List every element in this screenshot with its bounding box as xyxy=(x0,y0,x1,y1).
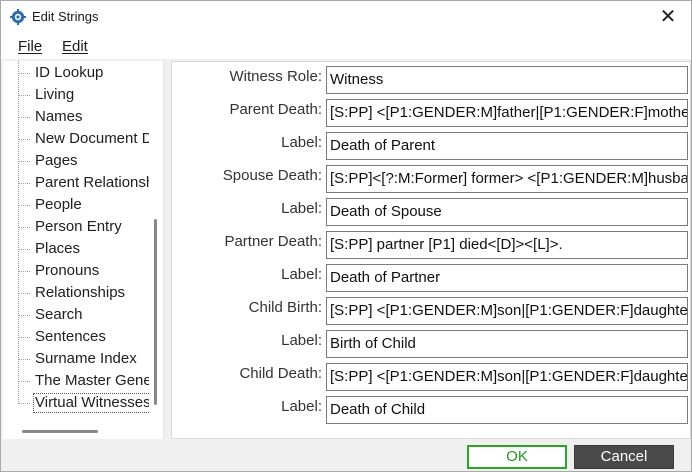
strings-form: Witness Role: Witness Parent Death: [S:P… xyxy=(171,61,691,439)
tree-item-label: New Document D xyxy=(35,130,149,147)
child-death-label-caption: Label: xyxy=(281,398,322,415)
spouse-death-label-field[interactable]: Death of Spouse xyxy=(326,198,688,226)
tree-item-label: Search xyxy=(35,306,83,323)
tree-item-label: Relationships xyxy=(35,284,126,301)
tree-item-pronouns[interactable]: Pronouns xyxy=(18,260,149,282)
spouse-death-label-caption: Label: xyxy=(281,200,322,217)
witness-role-label: Witness Role: xyxy=(229,68,322,85)
tree-item-label: Pages xyxy=(35,152,78,169)
child-birth-field[interactable]: [S:PP] <[P1:GENDER:M]son|[P1:GENDER:F]da… xyxy=(326,297,688,325)
tree-item-new-document[interactable]: New Document D xyxy=(18,128,149,150)
tree-item-virtual-witnesses[interactable]: Virtual Witnesses xyxy=(18,392,149,414)
tree-item-label: Pronouns xyxy=(35,262,100,279)
parent-death-label-caption: Label: xyxy=(281,134,322,151)
spouse-death-field[interactable]: [S:PP]<[?:M:Former] former> <[P1:GENDER:… xyxy=(326,165,688,193)
partner-death-label: Partner Death: xyxy=(224,233,322,250)
witness-role-field[interactable]: Witness xyxy=(326,66,688,94)
cancel-button[interactable]: Cancel xyxy=(574,445,674,469)
tree-item-label: Living xyxy=(35,86,75,103)
tree-item-label: Surname Index xyxy=(35,350,137,367)
window-title: Edit Strings xyxy=(32,9,99,24)
tree-item-label: Virtual Witnesses xyxy=(33,393,149,413)
child-death-field[interactable]: [S:PP] <[P1:GENDER:M]son|[P1:GENDER:F]da… xyxy=(326,363,688,391)
child-death-label: Child Death: xyxy=(239,365,322,382)
tree-item-id-lookup[interactable]: ID Lookup xyxy=(18,62,149,84)
spouse-death-label: Spouse Death: xyxy=(222,167,322,184)
tree-item-label: Names xyxy=(35,108,83,125)
tree-item-label: People xyxy=(35,196,82,213)
tree-item-pages[interactable]: Pages xyxy=(18,150,149,172)
child-birth-label-caption: Label: xyxy=(281,332,322,349)
child-death-label-field[interactable]: Death of Child xyxy=(326,396,688,424)
parent-death-label: Parent Death: xyxy=(229,101,322,118)
tree-item-label: Parent Relationsh xyxy=(35,174,149,191)
tree-item-living[interactable]: Living xyxy=(18,84,149,106)
title-bar: Edit Strings ✕ xyxy=(1,1,691,33)
partner-death-label-caption: Label: xyxy=(281,266,322,283)
tree-item-names[interactable]: Names xyxy=(18,106,149,128)
close-button[interactable]: ✕ xyxy=(645,1,691,33)
ok-button[interactable]: OK xyxy=(467,445,567,469)
tree-item-label: Places xyxy=(35,240,81,257)
tree-item-label: Sentences xyxy=(35,328,106,345)
tree-item-label: Person Entry xyxy=(35,218,122,235)
tree-list: ID Lookup Living Names New Document D Pa… xyxy=(3,61,149,415)
close-icon: ✕ xyxy=(659,6,677,28)
dialog-footer: OK Cancel xyxy=(1,441,691,471)
tree-item-places[interactable]: Places xyxy=(18,238,149,260)
tree-item-relationships[interactable]: Relationships xyxy=(18,282,149,304)
gear-icon xyxy=(10,9,26,25)
partner-death-field[interactable]: [S:PP] partner [P1] died<[D]><[L]>. xyxy=(326,231,688,259)
menu-bar: File Edit xyxy=(1,33,691,59)
partner-death-label-field[interactable]: Death of Partner xyxy=(326,264,688,292)
tree-item-people[interactable]: People xyxy=(18,194,149,216)
parent-death-field[interactable]: [S:PP] <[P1:GENDER:M]father|[P1:GENDER:F… xyxy=(326,99,688,127)
tree-item-label: The Master Gene xyxy=(35,372,149,389)
parent-death-label-field[interactable]: Death of Parent xyxy=(326,132,688,160)
tree-item-search[interactable]: Search xyxy=(18,304,149,326)
tree-item-surname-index[interactable]: Surname Index xyxy=(18,348,149,370)
menu-file[interactable]: File xyxy=(18,38,42,56)
tree-item-the-master-genealogist[interactable]: The Master Gene xyxy=(18,370,149,392)
child-birth-label: Child Birth: xyxy=(248,299,322,316)
horizontal-scrollbar-thumb[interactable] xyxy=(22,430,98,433)
tree-item-parent-relationship[interactable]: Parent Relationsh xyxy=(18,172,149,194)
vertical-scrollbar-thumb[interactable] xyxy=(154,219,157,405)
tree-item-sentences[interactable]: Sentences xyxy=(18,326,149,348)
child-birth-label-field[interactable]: Birth of Child xyxy=(326,330,688,358)
category-tree[interactable]: ID Lookup Living Names New Document D Pa… xyxy=(3,61,164,439)
edit-strings-window: Edit Strings ✕ File Edit ID Lookup Livin… xyxy=(0,0,692,472)
tree-item-person-entry[interactable]: Person Entry xyxy=(18,216,149,238)
menu-edit[interactable]: Edit xyxy=(62,38,88,56)
tree-item-label: ID Lookup xyxy=(35,64,104,81)
